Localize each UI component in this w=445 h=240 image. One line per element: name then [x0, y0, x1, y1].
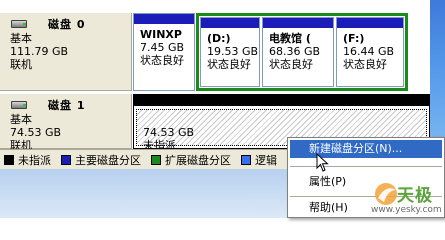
partition-status: 状态良好 — [140, 54, 184, 67]
legend-label: 扩展磁盘分区 — [165, 153, 231, 167]
menu-separator — [290, 166, 442, 167]
legend-swatch — [4, 154, 14, 165]
disk-type: 基本 — [10, 113, 32, 126]
partition-d[interactable]: (D:) 19.53 GB 状态良好 — [200, 17, 260, 87]
partition-f[interactable]: (F:) 16.44 GB 状态良好 — [336, 17, 404, 87]
partition-name: (D:) — [207, 32, 231, 45]
disk-title: 磁盘 1 — [48, 99, 86, 112]
hard-disk-icon — [10, 99, 32, 111]
legend-swatch — [151, 154, 161, 165]
partition-name: 电教馆 ( — [269, 32, 311, 45]
watermark-url: www.yesky.com — [371, 205, 442, 215]
legend-label: 主要磁盘分区 — [75, 153, 141, 167]
mouse-pointer-icon — [316, 153, 329, 172]
legend-item-primary: 主要磁盘分区 — [61, 152, 141, 168]
legend-item-unallocated: 未指派 — [4, 152, 51, 168]
legend-label: 未指派 — [18, 153, 51, 167]
disk-title: 磁盘 0 — [48, 18, 86, 31]
partition-size: 16.44 GB — [343, 45, 395, 58]
legend-swatch — [241, 154, 251, 165]
disk-0-partitions: WINXP 7.45 GB 状态良好 (D:) 19.53 GB 状态良好 电教… — [133, 13, 430, 91]
watermark-text: 天极 — [397, 186, 433, 206]
disk-0-row: 磁盘 0 基本 111.79 GB 联机 WINXP 7.45 GB 状态良好 … — [0, 13, 430, 91]
legend-swatch — [61, 154, 71, 165]
partition-name: (F:) — [343, 32, 365, 45]
legend-label: 逻辑 — [255, 153, 277, 167]
partition-size: 19.53 GB — [207, 45, 259, 58]
desktop-background — [430, 0, 445, 149]
disk-0-info[interactable]: 磁盘 0 基本 111.79 GB 联机 — [0, 13, 132, 91]
legend-item-extended: 扩展磁盘分区 — [151, 152, 231, 168]
partition-status: 状态良好 — [343, 58, 387, 71]
partition-size: 68.36 GB — [269, 45, 321, 58]
disk-size: 74.53 GB — [10, 126, 62, 139]
partition-status: 状态良好 — [269, 58, 313, 71]
legend-item-logical: 逻辑 — [241, 152, 277, 168]
partition-winxp[interactable]: WINXP 7.45 GB 状态良好 — [133, 13, 195, 91]
disk-size: 111.79 GB — [10, 45, 69, 58]
disk-type: 基本 — [10, 32, 32, 45]
partition-name: WINXP — [140, 28, 182, 41]
partition-e[interactable]: 电教馆 ( 68.36 GB 状态良好 — [262, 17, 334, 87]
disk-1-info[interactable]: 磁盘 1 基本 74.53 GB 联机 — [0, 94, 132, 152]
hard-disk-icon — [10, 18, 32, 30]
partition-size: 7.45 GB — [140, 41, 185, 54]
menu-item-new-partition[interactable]: 新建磁盘分区(N)... — [290, 140, 442, 158]
disk-state: 联机 — [10, 58, 32, 71]
partition-status: 状态良好 — [207, 58, 251, 71]
